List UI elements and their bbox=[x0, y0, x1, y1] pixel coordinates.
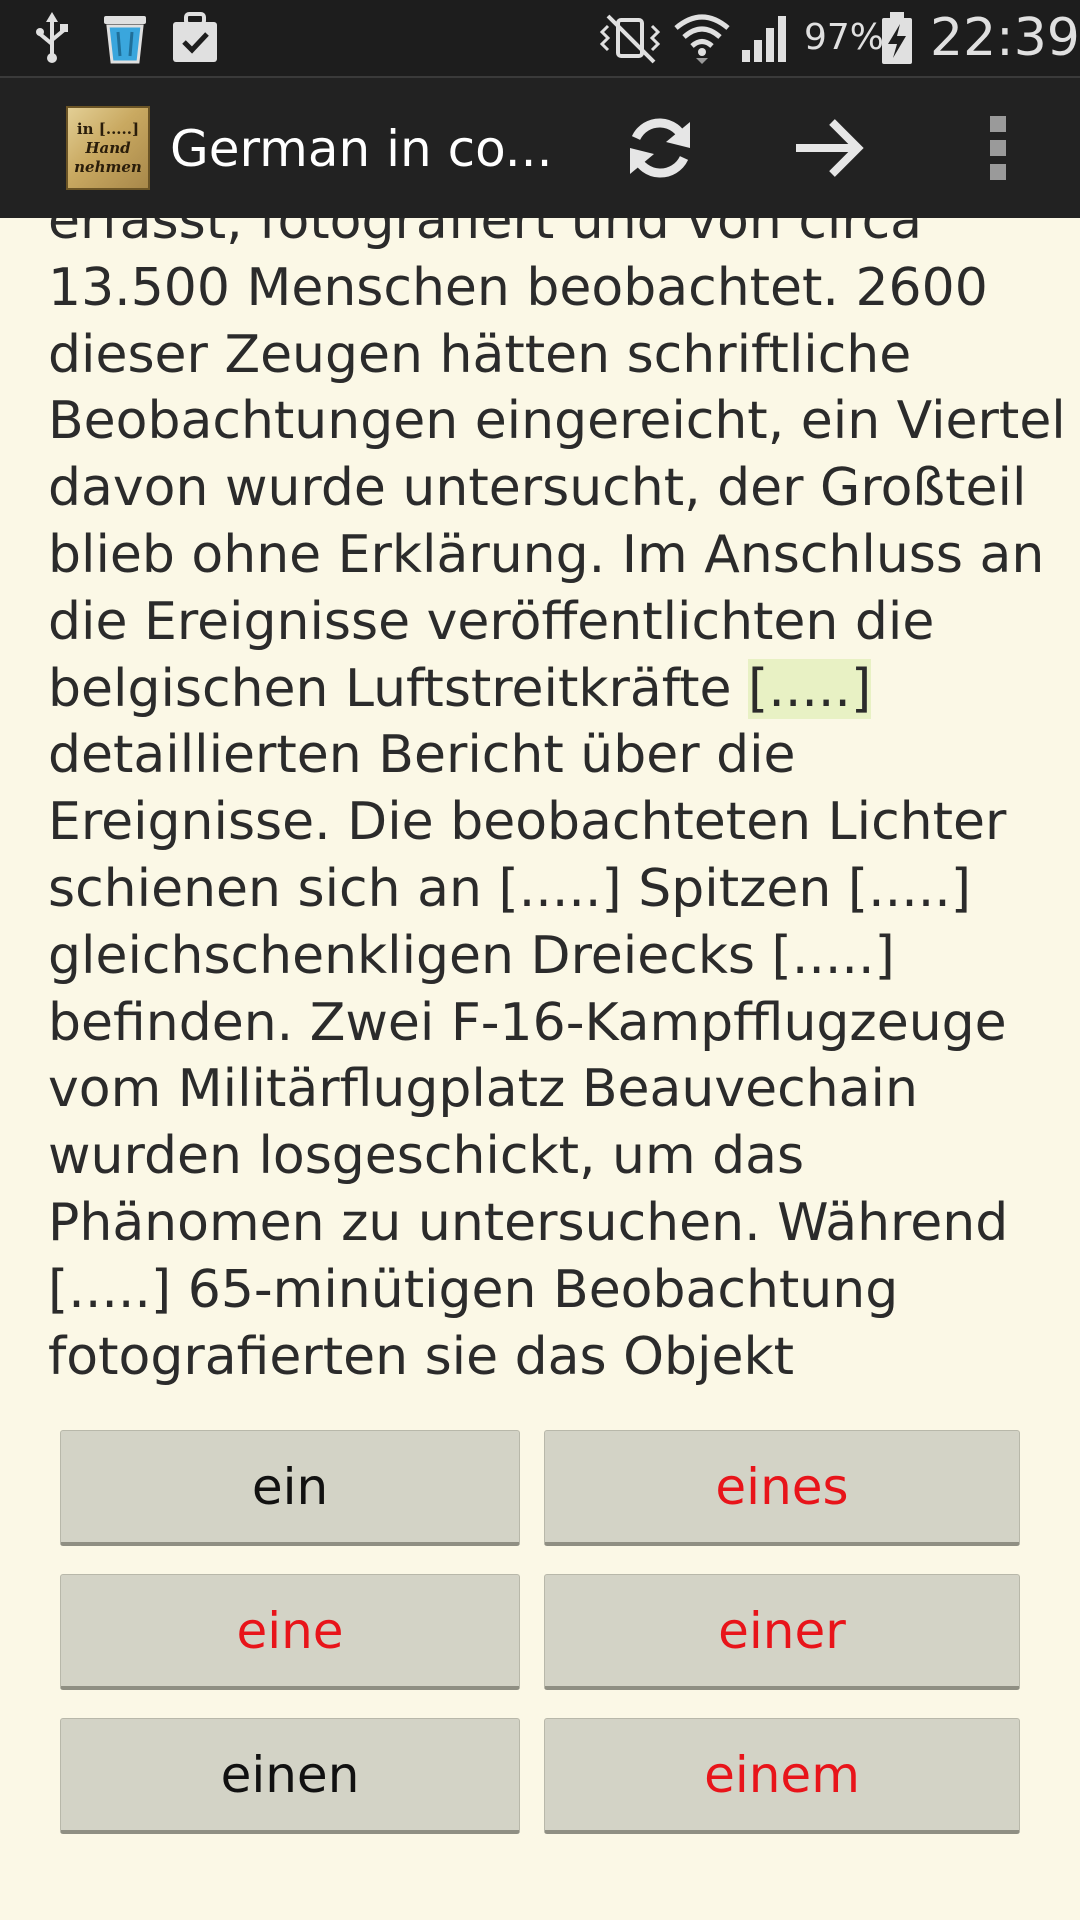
passage-line: die Ereignisse veröffentlichten die bbox=[48, 591, 935, 652]
passage-line: schienen sich an [.....] Spitzen [.....] bbox=[48, 858, 972, 919]
passage-line: belgischen Luftstreitkräfte bbox=[48, 658, 749, 719]
signal-icon bbox=[738, 10, 794, 66]
arrow-right-icon bbox=[788, 108, 868, 192]
screen: 97% 22:39 in [.....] Hand nehmen German … bbox=[0, 0, 1080, 1920]
passage-line: wurden losgeschickt, um das bbox=[48, 1126, 805, 1187]
overflow-menu-icon bbox=[983, 108, 1013, 192]
clipboard-check-icon bbox=[170, 10, 220, 66]
app-title: German in co... bbox=[170, 120, 553, 178]
usb-icon bbox=[30, 10, 74, 66]
status-time: 22:39 bbox=[930, 8, 1080, 68]
vibrate-mute-icon bbox=[594, 10, 666, 66]
battery-charging-icon bbox=[878, 10, 916, 66]
passage-line: befinden. Zwei F-16-Kampfflugzeuge bbox=[48, 992, 1007, 1053]
wifi-icon bbox=[672, 10, 732, 66]
passage-line: Ereignisse. Die beobachteten Lichter bbox=[48, 792, 1007, 853]
trash-icon bbox=[98, 10, 152, 66]
app-logo[interactable]: in [.....] Hand nehmen bbox=[66, 106, 150, 190]
app-logo-line: nehmen bbox=[74, 157, 142, 176]
action-bar: in [.....] Hand nehmen German in co... bbox=[0, 76, 1080, 218]
answer-button-ein[interactable]: ein bbox=[60, 1430, 520, 1546]
answer-button-einen[interactable]: einen bbox=[60, 1718, 520, 1834]
next-button[interactable] bbox=[780, 102, 876, 198]
app-logo-line: Hand bbox=[85, 138, 131, 157]
passage-scroll-area[interactable]: erfasst, fotografiert und von circa 13.5… bbox=[0, 218, 1080, 1416]
passage-line: fotografierten sie das Objekt bbox=[48, 1326, 795, 1387]
battery-percent: 97% bbox=[804, 17, 885, 58]
answer-button-einer[interactable]: einer bbox=[544, 1574, 1020, 1690]
passage-line: [.....] 65-minütigen Beobachtung bbox=[48, 1259, 899, 1320]
passage-line: detaillierten Bericht über die bbox=[48, 725, 796, 786]
answer-button-eines[interactable]: eines bbox=[544, 1430, 1020, 1546]
passage-line: dieser Zeugen hätten schriftliche bbox=[48, 324, 912, 385]
overflow-menu-button[interactable] bbox=[950, 102, 1046, 198]
answer-grid: ein eines eine einer einen einem bbox=[0, 1416, 1080, 1920]
status-bar: 97% 22:39 bbox=[0, 0, 1080, 76]
answer-button-einem[interactable]: einem bbox=[544, 1718, 1020, 1834]
passage-line: erfasst, fotografiert und von circa bbox=[48, 218, 923, 251]
passage-line: Beobachtungen eingereicht, ein Viertel bbox=[48, 391, 1066, 452]
refresh-button[interactable] bbox=[612, 102, 708, 198]
passage-line: Phänomen zu untersuchen. Während bbox=[48, 1192, 1009, 1253]
app-logo-line: in [.....] bbox=[76, 119, 140, 138]
passage-line: vom Militärflugplatz Beauvechain bbox=[48, 1059, 918, 1120]
passage-text: erfasst, fotografiert und von circa 13.5… bbox=[48, 218, 1066, 1390]
passage-line: gleichschenkligen Dreiecks [.....] bbox=[48, 925, 895, 986]
active-gap[interactable]: [.....] bbox=[748, 658, 872, 719]
passage-line: 13.500 Menschen beobachtet. 2600 bbox=[48, 257, 988, 318]
refresh-icon bbox=[620, 108, 700, 192]
passage-line: davon wurde untersucht, der Großteil bbox=[48, 458, 1027, 519]
answer-button-eine[interactable]: eine bbox=[60, 1574, 520, 1690]
passage-line: blieb ohne Erklärung. Im Anschluss an bbox=[48, 524, 1045, 585]
